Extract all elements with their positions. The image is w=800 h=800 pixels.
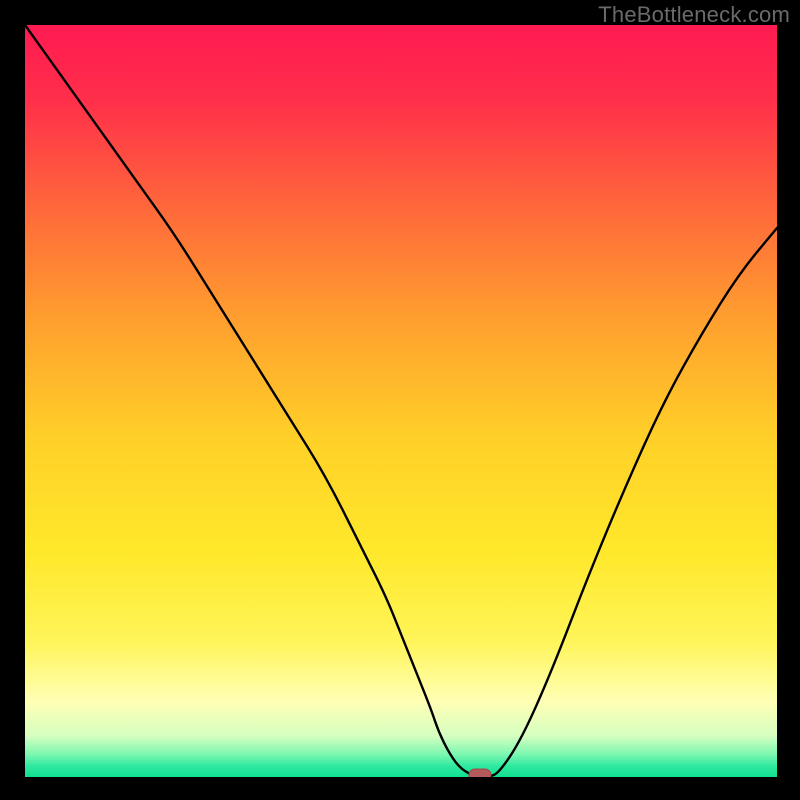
watermark-text: TheBottleneck.com [598,2,790,28]
optimum-marker [469,769,491,777]
plot-area [25,25,777,777]
chart-frame: TheBottleneck.com [0,0,800,800]
bottleneck-chart [25,25,777,777]
